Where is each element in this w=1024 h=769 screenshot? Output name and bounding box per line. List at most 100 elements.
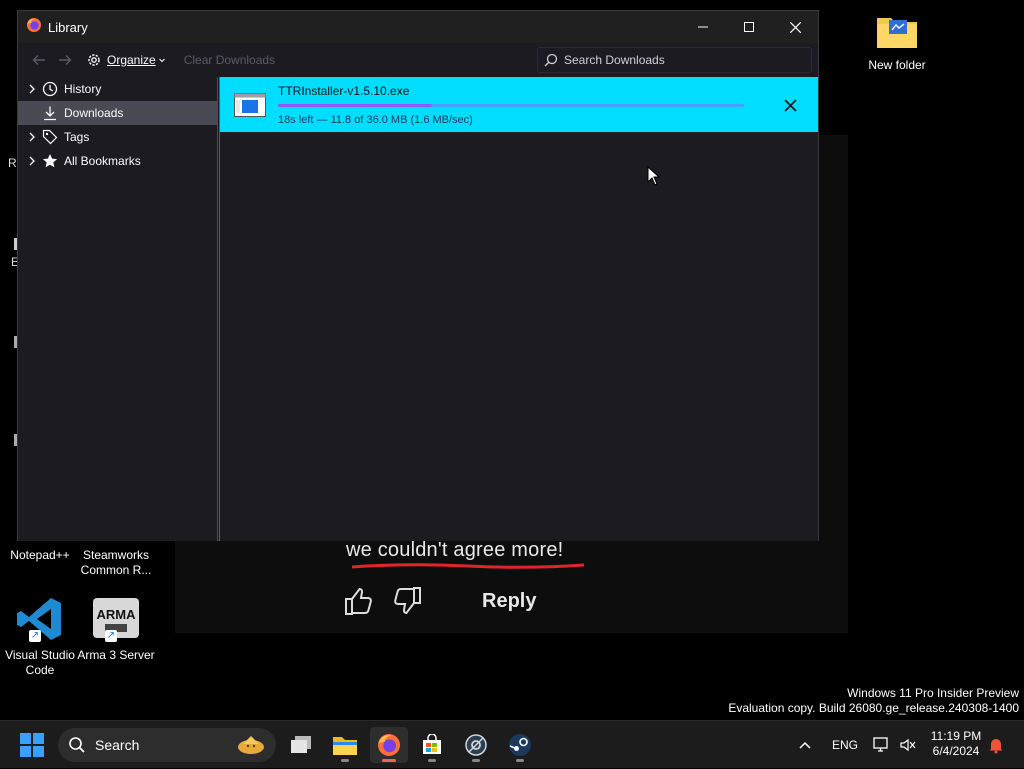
taskbar-clock[interactable]: 11:19 PM 6/4/2024 (928, 729, 984, 759)
video-actions: Reply (342, 585, 536, 617)
organize-label: Organize (107, 53, 156, 67)
download-progress-fill (278, 104, 432, 107)
taskbar-steam[interactable] (501, 727, 539, 763)
tag-icon (42, 129, 58, 145)
desktop-icon-label: New folder (868, 58, 926, 72)
download-status: 18s left — 11.8 of 36.0 MB (1.6 MB/sec) (278, 114, 473, 126)
desktop-icon-label: Notepad++ (10, 548, 70, 562)
chevron-right-icon[interactable] (26, 131, 38, 143)
desktop-icon-notepadpp[interactable]: Notepad++ (0, 548, 80, 563)
mouse-cursor-icon (647, 166, 661, 186)
close-button[interactable] (772, 11, 818, 43)
steam-icon (509, 734, 531, 756)
language-indicator[interactable]: ENG (832, 721, 858, 769)
notification-bell-icon (989, 739, 1003, 754)
sidebar-item-label: Tags (64, 130, 90, 144)
notifications-button[interactable] (987, 721, 1005, 769)
desktop-icon-label: Steamworks Common R... (80, 548, 152, 577)
window-titlebar[interactable]: Library (18, 11, 818, 43)
caption-underline (351, 563, 585, 569)
library-window: Library Organize Clear Downloads Search … (17, 10, 819, 541)
back-button[interactable] (26, 47, 52, 73)
search-downloads-input[interactable]: Search Downloads (537, 47, 812, 73)
desktop-icon-new-folder[interactable]: New folder (857, 12, 937, 73)
organize-button[interactable]: Organize (86, 52, 166, 68)
desktop-icon-label: Visual Studio Code (5, 648, 75, 677)
taskbar-search-box[interactable]: Search (58, 728, 276, 762)
maximize-button[interactable] (726, 11, 772, 43)
windows-watermark: Windows 11 Pro Insider Preview Evaluatio… (728, 686, 1019, 716)
taskbar-file-explorer[interactable] (326, 727, 364, 763)
gear-icon (88, 54, 100, 66)
sidebar-item-label: History (64, 82, 102, 96)
minimize-button[interactable] (680, 11, 726, 43)
clock-date: 6/4/2024 (932, 744, 980, 758)
download-filename: TTRInstaller-v1.5.10.exe (278, 84, 410, 98)
sidebar-item-history[interactable]: History (18, 77, 217, 101)
sidebar-item-tags[interactable]: Tags (18, 125, 217, 149)
desktop-icon-steamworks[interactable]: Steamworks Common R... (76, 548, 156, 578)
chevron-right-icon[interactable] (26, 83, 38, 95)
watermark-line: Evaluation copy. Build 26080.ge_release.… (728, 701, 1019, 715)
show-hidden-icons-button[interactable] (798, 721, 812, 769)
taskbar-firefox[interactable] (370, 727, 408, 763)
search-icon (544, 53, 558, 67)
thumbs-up-icon (345, 587, 372, 615)
desktop: we couldn't agree more! Reply R E New fo… (0, 0, 1024, 720)
taskbar-settings-app[interactable] (457, 727, 495, 763)
firefox-icon (378, 734, 400, 756)
chevron-up-icon (799, 741, 811, 749)
taskbar-store[interactable] (413, 727, 451, 763)
library-toolbar: Organize Clear Downloads Search Download… (18, 43, 818, 77)
close-icon (789, 21, 801, 33)
exe-file-icon (234, 93, 266, 117)
sidebar-item-label: All Bookmarks (64, 154, 141, 168)
cancel-download-button[interactable] (780, 95, 800, 115)
svg-text:ARMA: ARMA (97, 607, 137, 622)
clock-icon (42, 81, 58, 97)
desktop-icon-vscode[interactable]: ↗ Visual Studio Code (0, 594, 80, 678)
search-placeholder: Search Downloads (564, 53, 665, 67)
download-icon (42, 105, 58, 121)
volume-status[interactable] (899, 721, 917, 769)
shortcut-arrow-icon: ↗ (29, 630, 41, 642)
clear-downloads-button[interactable]: Clear Downloads (184, 53, 275, 67)
windows-logo-icon (20, 733, 44, 757)
download-progress-bar (278, 104, 744, 107)
sidebar-item-label: Downloads (64, 106, 124, 120)
reply-label: Reply (482, 589, 537, 612)
search-highlight-icon (236, 732, 266, 763)
minimize-icon (698, 26, 708, 28)
taskbar-search-label: Search (95, 737, 140, 753)
task-view-icon (291, 736, 311, 753)
forward-button[interactable] (52, 47, 78, 73)
network-icon (873, 737, 888, 752)
desktop-icon-arma3-server[interactable]: ARMA ↗ Arma 3 Server (76, 594, 156, 663)
volume-muted-icon (900, 738, 916, 752)
sidebar-item-all-bookmarks[interactable]: All Bookmarks (18, 149, 217, 173)
maximize-icon (744, 22, 754, 32)
video-caption: we couldn't agree more! (346, 539, 564, 561)
left-edge-fragment: R (8, 156, 17, 170)
taskbar: Search ENG 11:19 PM 6/4/2024 (0, 720, 1024, 768)
desktop-icon-label: Arma 3 Server (77, 648, 155, 662)
start-button[interactable] (19, 732, 45, 758)
download-item[interactable]: TTRInstaller-v1.5.10.exe 18s left — 11.8… (220, 77, 818, 132)
search-icon (69, 737, 85, 753)
taskbar-task-view[interactable] (282, 727, 320, 763)
star-icon (42, 153, 58, 169)
chevron-down-icon (158, 58, 165, 63)
folder-icon (857, 12, 937, 54)
chevron-right-icon[interactable] (26, 155, 38, 167)
back-arrow-icon (32, 55, 45, 65)
watermark-line: Windows 11 Pro Insider Preview (847, 686, 1019, 700)
library-sidebar: History Downloads Tags All Bookmarks (18, 77, 218, 541)
vscode-icon: ↗ (15, 594, 65, 644)
sidebar-item-downloads[interactable]: Downloads (18, 101, 217, 125)
file-explorer-icon (333, 737, 357, 755)
firefox-icon (26, 17, 42, 38)
store-icon (423, 734, 441, 754)
network-status[interactable] (873, 721, 891, 769)
shortcut-arrow-icon: ↗ (105, 630, 117, 642)
downloads-list: TTRInstaller-v1.5.10.exe 18s left — 11.8… (219, 77, 818, 541)
